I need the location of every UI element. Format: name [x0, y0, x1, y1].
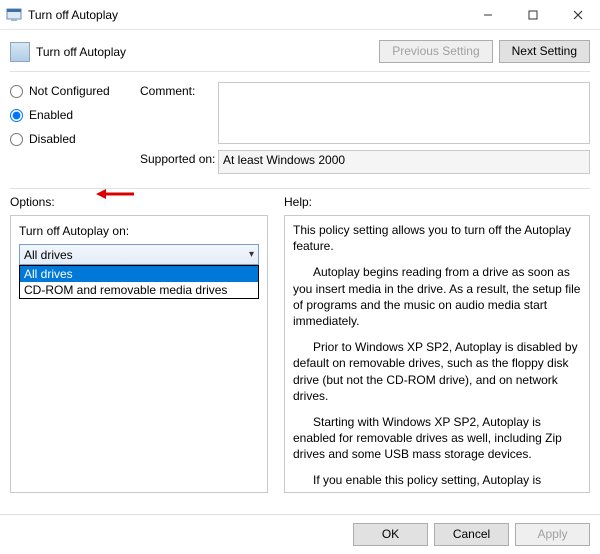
- supported-row: Supported on: At least Windows 2000: [140, 150, 590, 174]
- combo-option[interactable]: All drives: [20, 266, 258, 282]
- help-label: Help:: [284, 195, 590, 209]
- comment-input[interactable]: [218, 82, 590, 144]
- ok-button[interactable]: OK: [353, 523, 428, 546]
- window-title: Turn off Autoplay: [28, 8, 465, 22]
- help-text: Starting with Windows XP SP2, Autoplay i…: [293, 414, 581, 463]
- state-radios: Not Configured Enabled Disabled: [10, 82, 140, 180]
- mid-row: Options: Turn off Autoplay on: All drive…: [10, 188, 590, 493]
- app-icon: [6, 7, 22, 23]
- subheader: Turn off Autoplay Previous Setting Next …: [10, 36, 590, 71]
- cancel-button[interactable]: Cancel: [434, 523, 509, 546]
- footer: OK Cancel Apply: [0, 514, 600, 554]
- radio-disabled[interactable]: Disabled: [10, 132, 140, 146]
- options-label: Options:: [10, 195, 268, 209]
- help-text: This policy setting allows you to turn o…: [293, 222, 581, 254]
- help-text: Autoplay begins reading from a drive as …: [293, 264, 581, 329]
- previous-setting-button[interactable]: Previous Setting: [379, 40, 492, 63]
- combo-option[interactable]: CD-ROM and removable media drives: [20, 282, 258, 298]
- options-column: Options: Turn off Autoplay on: All drive…: [10, 195, 268, 493]
- help-column: Help: This policy setting allows you to …: [284, 195, 590, 493]
- state-row: Not Configured Enabled Disabled Comment:…: [10, 71, 590, 180]
- supported-label: Supported on:: [140, 150, 218, 166]
- help-box[interactable]: This policy setting allows you to turn o…: [284, 215, 590, 493]
- combo-label: Turn off Autoplay on:: [19, 224, 259, 238]
- close-button[interactable]: [555, 0, 600, 30]
- radio-not-configured-label: Not Configured: [29, 84, 110, 98]
- maximize-button[interactable]: [510, 0, 555, 30]
- help-text: Prior to Windows XP SP2, Autoplay is dis…: [293, 339, 581, 404]
- autoplay-on-combo[interactable]: All drives ▾: [19, 244, 259, 265]
- titlebar: Turn off Autoplay: [0, 0, 600, 30]
- policy-icon: [10, 42, 30, 62]
- next-setting-button[interactable]: Next Setting: [499, 40, 590, 63]
- radio-disabled-label: Disabled: [29, 132, 76, 146]
- chevron-down-icon: ▾: [249, 249, 254, 260]
- content: Turn off Autoplay Previous Setting Next …: [0, 30, 600, 493]
- nav-buttons: Previous Setting Next Setting: [379, 40, 590, 63]
- combo-value: All drives: [24, 248, 73, 262]
- apply-button[interactable]: Apply: [515, 523, 590, 546]
- radio-not-configured[interactable]: Not Configured: [10, 84, 140, 98]
- supported-value: At least Windows 2000: [218, 150, 590, 174]
- comment-label: Comment:: [140, 82, 218, 98]
- minimize-button[interactable]: [465, 0, 510, 30]
- options-box: Turn off Autoplay on: All drives ▾ All d…: [10, 215, 268, 493]
- fields: Comment: Supported on: At least Windows …: [140, 82, 590, 180]
- radio-disabled-input[interactable]: [10, 133, 23, 146]
- radio-enabled[interactable]: Enabled: [10, 108, 140, 122]
- radio-not-configured-input[interactable]: [10, 85, 23, 98]
- window-controls: [465, 0, 600, 30]
- combo-wrap: All drives ▾ All drives CD-ROM and remov…: [19, 244, 259, 265]
- policy-title: Turn off Autoplay: [36, 45, 379, 59]
- radio-enabled-input[interactable]: [10, 109, 23, 122]
- radio-enabled-label: Enabled: [29, 108, 73, 122]
- combo-dropdown: All drives CD-ROM and removable media dr…: [19, 265, 259, 299]
- comment-row: Comment:: [140, 82, 590, 144]
- help-text: If you enable this policy setting, Autop…: [293, 472, 581, 493]
